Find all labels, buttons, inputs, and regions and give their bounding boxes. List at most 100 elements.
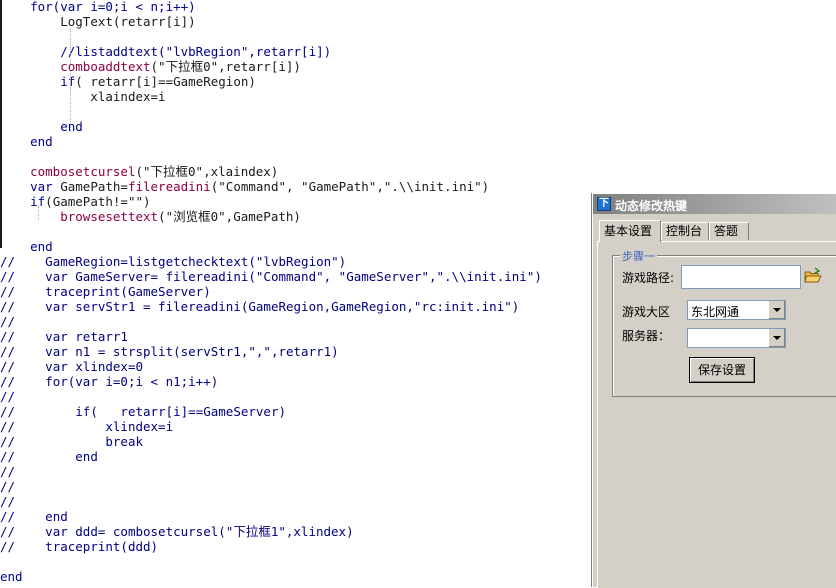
code-line[interactable]: //listaddtext("lvbRegion",retarr[i]) bbox=[0, 44, 331, 59]
code-line[interactable]: LogText(retarr[i]) bbox=[0, 14, 196, 29]
code-line[interactable]: // traceprint(ddd) bbox=[0, 539, 158, 554]
dialog-titlebar[interactable]: 下 动态修改热键 bbox=[593, 194, 836, 214]
code-line[interactable]: // var servStr1 = filereadini(GameRegion… bbox=[0, 299, 519, 314]
code-token: LogText(retarr[i]) bbox=[60, 14, 196, 29]
code-token: filereadini bbox=[127, 179, 211, 194]
code-line[interactable]: var GamePath=filereadini("Command", "Gam… bbox=[0, 179, 489, 194]
tab-console[interactable]: 控制台 bbox=[661, 222, 709, 240]
code-line[interactable]: // bbox=[0, 464, 15, 479]
line-comment-marker: // bbox=[0, 449, 16, 464]
line-comment-marker: // bbox=[0, 314, 16, 329]
code-token: combosetcursel bbox=[30, 164, 136, 179]
code-token: var n1 = strsplit(servStr1,",",retarr1) bbox=[45, 344, 339, 359]
code-token: var bbox=[30, 179, 53, 194]
server-select[interactable] bbox=[687, 328, 786, 348]
code-line[interactable]: // bbox=[0, 479, 15, 494]
line-comment-marker: // bbox=[0, 404, 16, 419]
code-line[interactable]: if(GamePath!="") bbox=[0, 194, 150, 209]
code-token: var GameServer= filereadini("Command", "… bbox=[45, 269, 542, 284]
code-line[interactable]: // end bbox=[0, 509, 68, 524]
code-token: if bbox=[60, 74, 76, 89]
code-token: var xlindex=0 bbox=[45, 359, 144, 374]
line-comment-marker: // bbox=[0, 464, 16, 479]
code-line[interactable]: // bbox=[0, 389, 15, 404]
folder-open-icon[interactable] bbox=[803, 266, 823, 286]
region-select[interactable]: 东北网通 bbox=[687, 300, 786, 320]
code-token: for(var i=0;i < n;i++) bbox=[30, 0, 196, 14]
code-line[interactable]: for(var i=0;i < n;i++) bbox=[0, 0, 196, 14]
fold-gutter-bar bbox=[0, 0, 2, 248]
code-line[interactable]: // var xlindex=0 bbox=[0, 359, 143, 374]
line-comment-marker: // bbox=[0, 524, 16, 539]
code-line[interactable]: // var retarr1 bbox=[0, 329, 128, 344]
code-line[interactable]: // var GameServer= filereadini("Command"… bbox=[0, 269, 542, 284]
app-logo-icon: 下 bbox=[597, 197, 611, 211]
save-settings-button[interactable]: 保存设置 bbox=[689, 357, 755, 383]
chevron-down-icon[interactable] bbox=[768, 301, 785, 319]
code-line[interactable]: xlaindex=i bbox=[0, 89, 166, 104]
code-line[interactable]: // var ddd= combosetcursel("下拉框1",xlinde… bbox=[0, 524, 354, 539]
code-token: break bbox=[105, 434, 144, 449]
line-comment-marker: // bbox=[0, 509, 16, 524]
code-token: xlaindex=i bbox=[90, 89, 166, 104]
tab-basic-settings[interactable]: 基本设置 bbox=[599, 220, 661, 242]
code-token: ("下拉框0",xlaindex) bbox=[135, 164, 279, 179]
code-token: var retarr1 bbox=[45, 329, 128, 344]
code-line[interactable]: // if( retarr[i]==GameServer) bbox=[0, 404, 286, 419]
code-token: var servStr1 = filereadini(GameRegion,Ga… bbox=[45, 299, 520, 314]
indent-guide bbox=[70, 88, 71, 120]
code-token: GameRegion=listgetchecktext("lvbRegion") bbox=[45, 254, 347, 269]
code-line[interactable]: // bbox=[0, 314, 15, 329]
line-comment-marker: // bbox=[0, 299, 16, 314]
dialog-title: 动态修改热键 bbox=[615, 199, 688, 213]
code-line[interactable]: // end bbox=[0, 449, 98, 464]
code-token: end bbox=[0, 569, 23, 584]
code-token: GamePath= bbox=[52, 179, 128, 194]
code-token: traceprint(GameServer) bbox=[45, 284, 211, 299]
line-comment-marker: // bbox=[0, 434, 16, 449]
code-line[interactable]: comboaddtext("下拉框0",retarr[i]) bbox=[0, 59, 301, 74]
code-line[interactable]: // traceprint(GameServer) bbox=[0, 284, 211, 299]
code-line[interactable]: combosetcursel("下拉框0",xlaindex) bbox=[0, 164, 278, 179]
game-path-input[interactable] bbox=[681, 265, 801, 289]
region-selected-value: 东北网通 bbox=[691, 305, 740, 319]
code-token: end bbox=[60, 119, 83, 134]
chevron-down-icon[interactable] bbox=[768, 329, 785, 347]
code-line[interactable]: // bbox=[0, 494, 15, 509]
code-line[interactable]: // for(var i=0;i < n1;i++) bbox=[0, 374, 218, 389]
code-line[interactable]: // GameRegion=listgetchecktext("lvbRegio… bbox=[0, 254, 346, 269]
line-comment-marker: // bbox=[0, 539, 16, 554]
code-line[interactable]: end bbox=[0, 134, 53, 149]
line-comment-marker: // bbox=[0, 284, 16, 299]
code-line[interactable]: // break bbox=[0, 434, 143, 449]
game-path-label: 游戏路径: bbox=[622, 271, 675, 285]
code-line[interactable]: end bbox=[0, 239, 53, 254]
code-line[interactable]: browsesettext("浏览框0",GamePath) bbox=[0, 209, 301, 224]
code-token: xlindex=i bbox=[105, 419, 174, 434]
code-token: end bbox=[45, 509, 68, 524]
code-token: browsesettext bbox=[60, 209, 159, 224]
code-line[interactable]: if( retarr[i]==GameRegion) bbox=[0, 74, 256, 89]
tab-quiz[interactable]: 答题 bbox=[709, 222, 749, 240]
code-token: end bbox=[30, 134, 53, 149]
code-token: end bbox=[75, 449, 98, 464]
code-line[interactable]: // xlindex=i bbox=[0, 419, 173, 434]
region-label: 游戏大区 bbox=[622, 305, 671, 319]
code-line[interactable]: // var n1 = strsplit(servStr1,",",retarr… bbox=[0, 344, 339, 359]
code-line[interactable]: end bbox=[0, 569, 23, 584]
